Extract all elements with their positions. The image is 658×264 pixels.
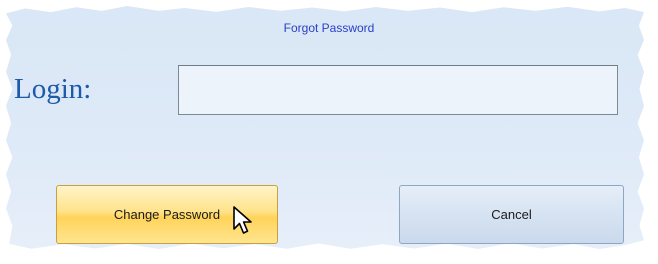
arrow-cursor-icon (233, 206, 252, 234)
change-password-label: Change Password (113, 207, 221, 222)
dialog-title: Forgot Password (283, 21, 375, 35)
login-input[interactable] (178, 65, 618, 115)
cancel-button[interactable]: Cancel (399, 185, 624, 244)
cancel-label: Cancel (491, 207, 532, 222)
login-label: Login: (14, 73, 92, 105)
screenshot-stage: Forgot Password Login: Change Password C… (0, 0, 658, 264)
